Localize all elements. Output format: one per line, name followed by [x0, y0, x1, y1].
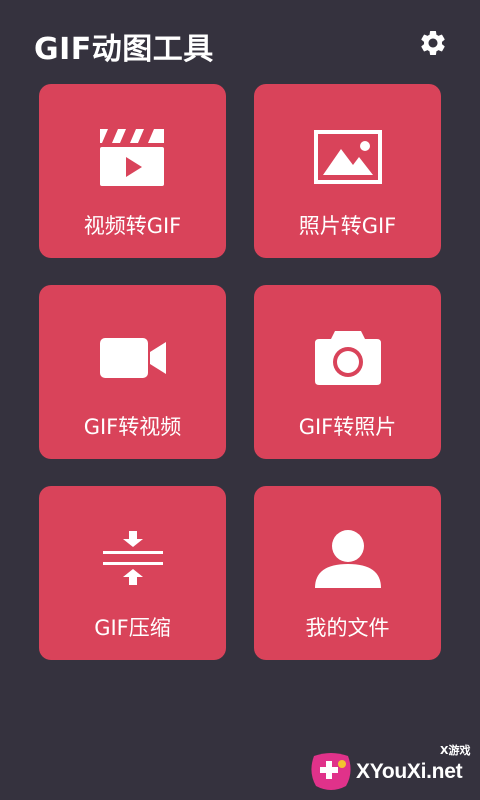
- user-icon: [254, 526, 441, 592]
- clapperboard-icon: [39, 124, 226, 190]
- tile-label: 照片转GIF: [298, 214, 397, 238]
- tile-label: 视频转GIF: [83, 214, 182, 238]
- camera-icon: [254, 325, 441, 391]
- watermark-text: XYouXi.net: [356, 760, 463, 783]
- watermark-top-text: X游戏: [440, 744, 471, 757]
- app-screen: GIF动图工具 视频转GIF 照片转GIF GIF转视频 GIF转照片 GIF压…: [0, 0, 480, 800]
- gamepad-logo-icon: [311, 753, 351, 790]
- gif-to-photo-tile[interactable]: GIF转照片: [254, 285, 441, 459]
- tile-label: 我的文件: [305, 616, 390, 640]
- watermark: X游戏 XYouXi.net: [304, 738, 480, 800]
- video-to-gif-tile[interactable]: 视频转GIF: [39, 84, 226, 258]
- compress-icon: [39, 526, 226, 592]
- tile-label: GIF转照片: [298, 415, 397, 439]
- gif-compress-tile[interactable]: GIF压缩: [39, 486, 226, 660]
- video-camera-icon: [39, 325, 226, 391]
- gear-icon: [421, 31, 445, 55]
- gif-to-video-tile[interactable]: GIF转视频: [39, 285, 226, 459]
- photo-to-gif-tile[interactable]: 照片转GIF: [254, 84, 441, 258]
- settings-button[interactable]: [416, 26, 450, 60]
- app-header: GIF动图工具: [0, 0, 480, 84]
- tile-label: GIF转视频: [83, 415, 182, 439]
- image-icon: [254, 124, 441, 190]
- app-title: GIF动图工具: [34, 32, 214, 67]
- my-files-tile[interactable]: 我的文件: [254, 486, 441, 660]
- tile-label: GIF压缩: [94, 616, 171, 640]
